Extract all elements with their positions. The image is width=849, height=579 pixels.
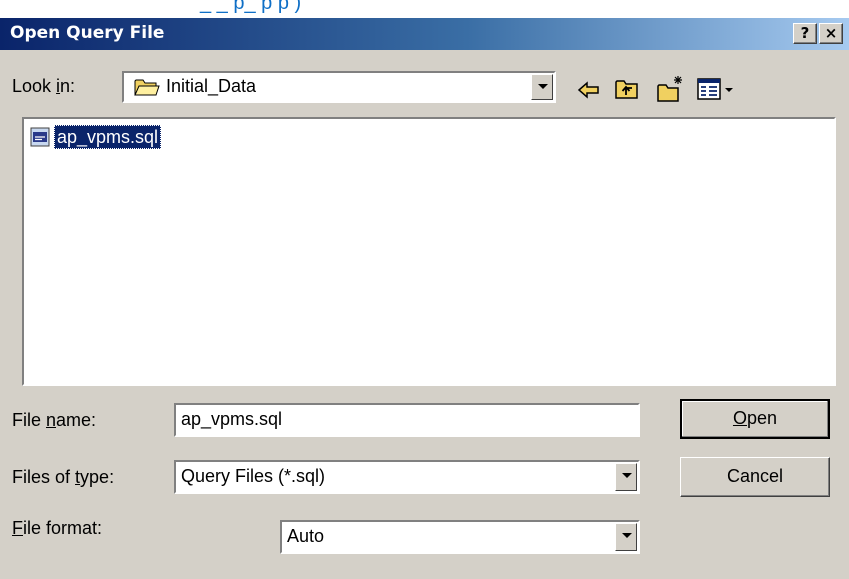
help-button[interactable]: ? xyxy=(793,23,817,44)
new-folder-icon[interactable] xyxy=(656,74,686,104)
file-list[interactable]: ap_vpms.sql xyxy=(22,117,836,386)
open-button[interactable]: Open xyxy=(680,399,830,439)
cancel-button[interactable]: Cancel xyxy=(680,457,830,497)
look-in-label: Look in: xyxy=(12,76,76,96)
dialog-title: Open Query File xyxy=(10,23,165,43)
files-of-type-value: Query Files (*.sql) xyxy=(181,466,326,486)
files-of-type-label: Files of type: xyxy=(12,467,115,487)
background-link-text[interactable]: _ _ p_ p p ) xyxy=(200,0,301,15)
back-arrow-icon[interactable] xyxy=(576,77,602,103)
look-in-combo[interactable]: Initial_Data xyxy=(122,71,556,103)
file-name-value: ap_vpms.sql xyxy=(181,409,283,429)
file-name-label: File name: xyxy=(12,410,97,430)
sql-file-icon xyxy=(30,127,50,147)
chevron-down-icon xyxy=(622,473,632,478)
title-bar[interactable]: Open Query File ? × xyxy=(0,18,849,50)
open-query-file-dialog: Open Query File ? × Look in: Initial_Dat… xyxy=(0,18,849,579)
look-in-value: Initial_Data xyxy=(166,76,257,96)
file-format-select[interactable]: Auto xyxy=(280,520,640,554)
up-folder-icon[interactable] xyxy=(614,76,640,102)
file-name-input[interactable]: ap_vpms.sql xyxy=(174,403,640,437)
chevron-down-icon xyxy=(538,84,548,89)
look-in-dropdown-button[interactable] xyxy=(531,74,553,100)
files-of-type-select[interactable]: Query Files (*.sql) xyxy=(174,460,640,494)
close-button[interactable]: × xyxy=(819,23,843,44)
chevron-down-icon xyxy=(622,533,632,538)
file-format-label: File format: xyxy=(12,518,103,538)
view-menu-icon[interactable] xyxy=(696,76,736,102)
folder-icon xyxy=(134,79,160,96)
files-of-type-dropdown-button[interactable] xyxy=(615,463,637,491)
file-name-label: ap_vpms.sql xyxy=(54,125,162,149)
file-format-value: Auto xyxy=(287,526,325,546)
file-format-dropdown-button[interactable] xyxy=(615,523,637,551)
